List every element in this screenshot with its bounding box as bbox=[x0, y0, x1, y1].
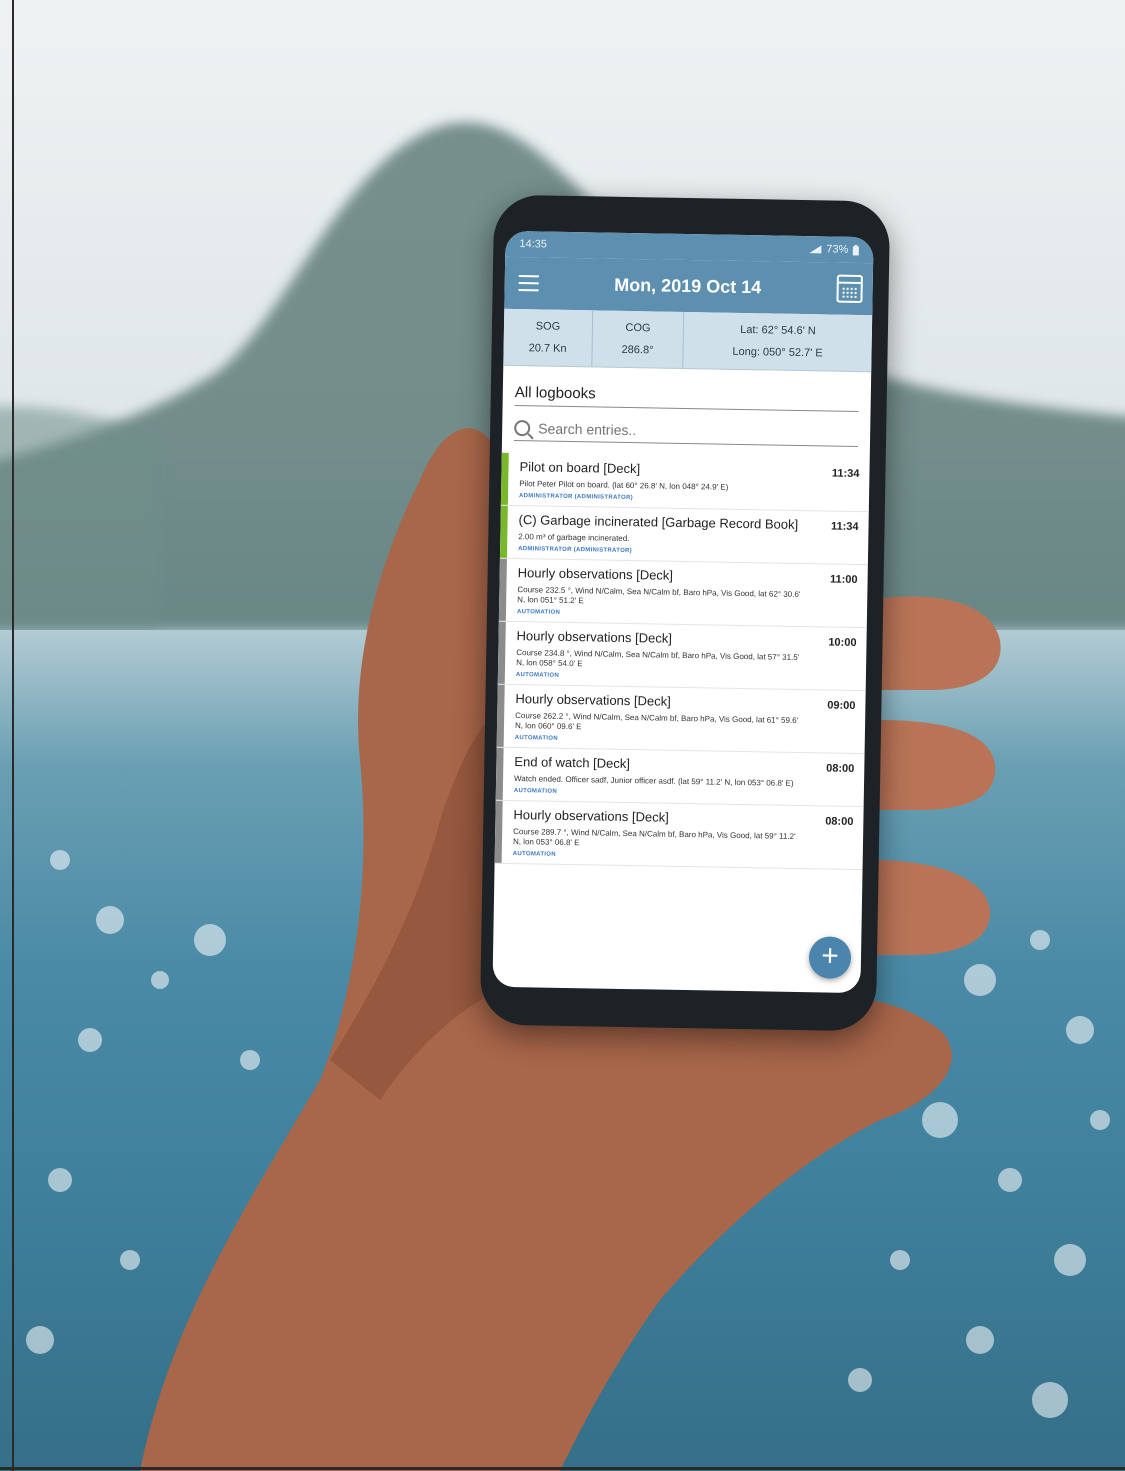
logbook-selector[interactable]: All logbooks bbox=[514, 383, 859, 412]
sog-cell: SOG 20.7 Kn bbox=[503, 308, 594, 367]
entry-time: 11:34 bbox=[830, 520, 859, 534]
list-item[interactable]: Hourly observations [Deck] 11:00 Course 2… bbox=[498, 558, 868, 629]
signal-icon bbox=[809, 245, 822, 254]
entry-title: Hourly observations [Deck] bbox=[516, 628, 673, 646]
frame-border bbox=[12, 0, 14, 1471]
entry-time: 10:00 bbox=[828, 636, 857, 649]
hamburger-menu-icon[interactable] bbox=[518, 275, 539, 292]
search-input[interactable] bbox=[538, 420, 819, 442]
list-item[interactable]: Pilot on board [Deck] 11:34 Pilot Peter P… bbox=[500, 452, 870, 513]
status-bar-green bbox=[499, 505, 508, 558]
list-item[interactable]: Hourly observations [Deck] 09:00 Course 2… bbox=[496, 684, 866, 755]
entry-title: Hourly observations [Deck] bbox=[517, 565, 674, 583]
entry-author: AUTOMATION bbox=[515, 672, 560, 679]
entry-time: 08:00 bbox=[826, 762, 855, 775]
longitude: Long: 050° 52.7' E bbox=[732, 345, 823, 360]
entry-description: Watch ended. Officer sadf, Junior office… bbox=[514, 774, 794, 788]
entry-author: AUTOMATION bbox=[514, 735, 558, 742]
entry-title: Hourly observations [Deck] bbox=[513, 807, 669, 825]
list-item[interactable]: End of watch [Deck] 08:00 Watch ended. Of… bbox=[495, 747, 865, 808]
entry-author: ADMINISTRATOR (ADMINISTRATOR) bbox=[518, 493, 633, 502]
entry-description: Course 262.2 °, Wind N/Calm, Sea N/Calm … bbox=[514, 711, 799, 732]
status-bar-gray bbox=[497, 621, 506, 684]
frame-border bbox=[0, 1467, 1125, 1470]
phone-device: 14:35 73% Mon, 2019 Oct 14 SOG 20.7 Kn C… bbox=[479, 194, 891, 1032]
calendar-icon[interactable] bbox=[836, 274, 863, 304]
entry-author: AUTOMATION bbox=[512, 851, 556, 858]
entry-description: Course 289.7 °, Wind N/Calm, Sea N/Calm … bbox=[512, 827, 796, 848]
entry-time: 11:34 bbox=[831, 467, 860, 481]
status-bar-gray bbox=[496, 684, 505, 747]
battery-percent: 73% bbox=[826, 243, 849, 256]
entry-title: Hourly observations [Deck] bbox=[515, 691, 671, 709]
sog-value: 20.7 Kn bbox=[528, 342, 567, 355]
position-cell: Lat: 62° 54.6' N Long: 050° 52.7' E bbox=[683, 312, 872, 371]
list-item[interactable]: (C) Garbage incinerated [Garbage Record … bbox=[499, 505, 869, 566]
status-bar-gray bbox=[498, 558, 507, 621]
entry-author: AUTOMATION bbox=[516, 609, 561, 616]
sog-label: SOG bbox=[535, 320, 561, 333]
latitude: Lat: 62° 54.6' N bbox=[740, 323, 816, 338]
entry-description: Course 234.8 °, Wind N/Calm, Sea N/Calm … bbox=[516, 648, 800, 669]
entry-author: AUTOMATION bbox=[513, 788, 558, 795]
status-time: 14:35 bbox=[519, 238, 548, 251]
entry-description: 2.00 m³ of garbage incinerated. bbox=[518, 532, 630, 544]
app-bar: Mon, 2019 Oct 14 bbox=[504, 256, 874, 316]
status-bar-gray bbox=[495, 747, 504, 800]
entry-list: Pilot on board [Deck] 11:34 Pilot Peter P… bbox=[494, 452, 870, 871]
entry-title: Pilot on board [Deck] bbox=[519, 459, 641, 477]
add-entry-button[interactable]: + bbox=[808, 936, 852, 979]
battery-icon bbox=[852, 244, 859, 255]
entry-time: 09:00 bbox=[827, 699, 856, 712]
entry-title: End of watch [Deck] bbox=[514, 754, 631, 772]
entry-description: Course 232.5 °, Wind N/Calm, Sea N/Calm … bbox=[517, 585, 801, 606]
date-title: Mon, 2019 Oct 14 bbox=[614, 274, 762, 297]
search-icon bbox=[514, 419, 531, 437]
entry-author: ADMINISTRATOR (ADMINISTRATOR) bbox=[518, 546, 633, 555]
list-item[interactable]: Hourly observations [Deck] 10:00 Course 2… bbox=[497, 621, 867, 692]
search-bar bbox=[513, 419, 859, 447]
app-screen: 14:35 73% Mon, 2019 Oct 14 SOG 20.7 Kn C… bbox=[492, 230, 874, 994]
status-bar-green bbox=[500, 452, 509, 505]
navigation-data-strip: SOG 20.7 Kn COG 286.8° Lat: 62° 54.6' N … bbox=[503, 308, 873, 373]
entry-time: 11:00 bbox=[829, 573, 858, 587]
entry-time: 08:00 bbox=[825, 815, 854, 828]
entry-description: Pilot Peter Pilot on board. (lat 60° 26.… bbox=[519, 479, 729, 492]
entry-title: (C) Garbage incinerated [Garbage Record … bbox=[518, 512, 799, 532]
status-bar-gray bbox=[494, 800, 503, 863]
cog-cell: COG 286.8° bbox=[592, 310, 685, 368]
cog-label: COG bbox=[625, 321, 651, 335]
cog-value: 286.8° bbox=[621, 343, 654, 357]
list-item[interactable]: Hourly observations [Deck] 08:00 Course 2… bbox=[494, 800, 864, 871]
